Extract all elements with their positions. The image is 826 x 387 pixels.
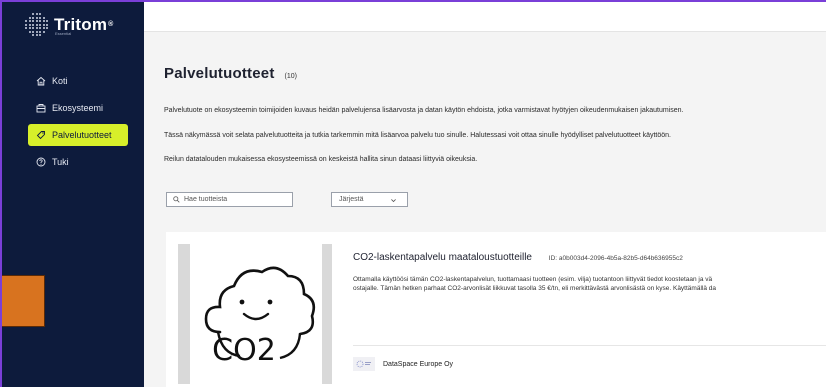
product-count: (10) (284, 73, 297, 80)
help-icon (36, 157, 46, 167)
provider-name: DataSpace Europe Oy (383, 360, 454, 368)
feedback-tab[interactable] (2, 275, 45, 327)
ecosystem-icon (36, 104, 46, 113)
intro-paragraph: Reilun datatalouden mukaisessa ekosystee… (164, 156, 478, 163)
tag-icon (36, 131, 45, 140)
chevron-down-icon (391, 199, 396, 203)
sidebar-item-label: Koti (52, 76, 68, 86)
provider: DataSpace Europe Oy (353, 357, 453, 371)
main-content: Palvelutuotteet (10) Palvelutuote on eko… (144, 2, 826, 387)
home-icon (36, 76, 46, 86)
sidebar-item-tuki[interactable]: Tuki (30, 151, 140, 173)
intro-paragraph: Tässä näkymässä voit selata palvelutuott… (164, 132, 671, 139)
search-icon (173, 196, 180, 203)
product-description: Ottamalla käyttöösi tämän CO2-laskentapa… (353, 276, 716, 292)
brand-name: Tritom® (54, 14, 114, 34)
product-card[interactable]: CO2 CO2-laskentapalvelu maataloustuottei… (166, 232, 826, 387)
product-image: CO2 (178, 244, 332, 384)
sidebar-item-label: Ekosysteemi (52, 103, 104, 113)
co2-cloud-icon: CO2 (204, 266, 316, 368)
intro-paragraph: Palvelutuote on ekosysteemin toimijoiden… (164, 107, 684, 114)
sidebar: Tritom® Essential Koti Ekosysteemi Palve… (2, 2, 144, 387)
page-title: Palvelutuotteet (164, 65, 275, 82)
provider-logo (353, 357, 375, 371)
search-placeholder: Hae tuotteista (184, 196, 228, 203)
app-frame: Tritom® Essential Koti Ekosysteemi Palve… (0, 0, 826, 387)
sidebar-item-label: Tuki (52, 157, 69, 167)
sidebar-item-palvelutuotteet[interactable]: Palvelutuotteet (28, 124, 128, 146)
sidebar-item-ekosysteemi[interactable]: Ekosysteemi (30, 97, 140, 119)
sidebar-nav: Koti Ekosysteemi Palvelutuotteet Tuki (28, 70, 140, 178)
top-bar (144, 2, 826, 32)
sort-label: Järjestä (339, 196, 364, 203)
brand-sub: Essential (55, 31, 72, 36)
logo-dots-icon (24, 12, 48, 36)
divider (353, 345, 826, 346)
search-input[interactable]: Hae tuotteista (166, 192, 293, 207)
product-id: ID: a0b003d4-2096-4b5a-82b5-d64b636955c2 (548, 255, 683, 262)
co2-image-text: CO2 (212, 333, 276, 368)
sidebar-item-label: Palvelutuotteet (52, 130, 112, 140)
sidebar-item-koti[interactable]: Koti (30, 70, 140, 92)
sort-dropdown[interactable]: Järjestä (331, 192, 408, 207)
product-title[interactable]: CO2-laskentapalvelu maataloustuotteille (353, 252, 532, 263)
